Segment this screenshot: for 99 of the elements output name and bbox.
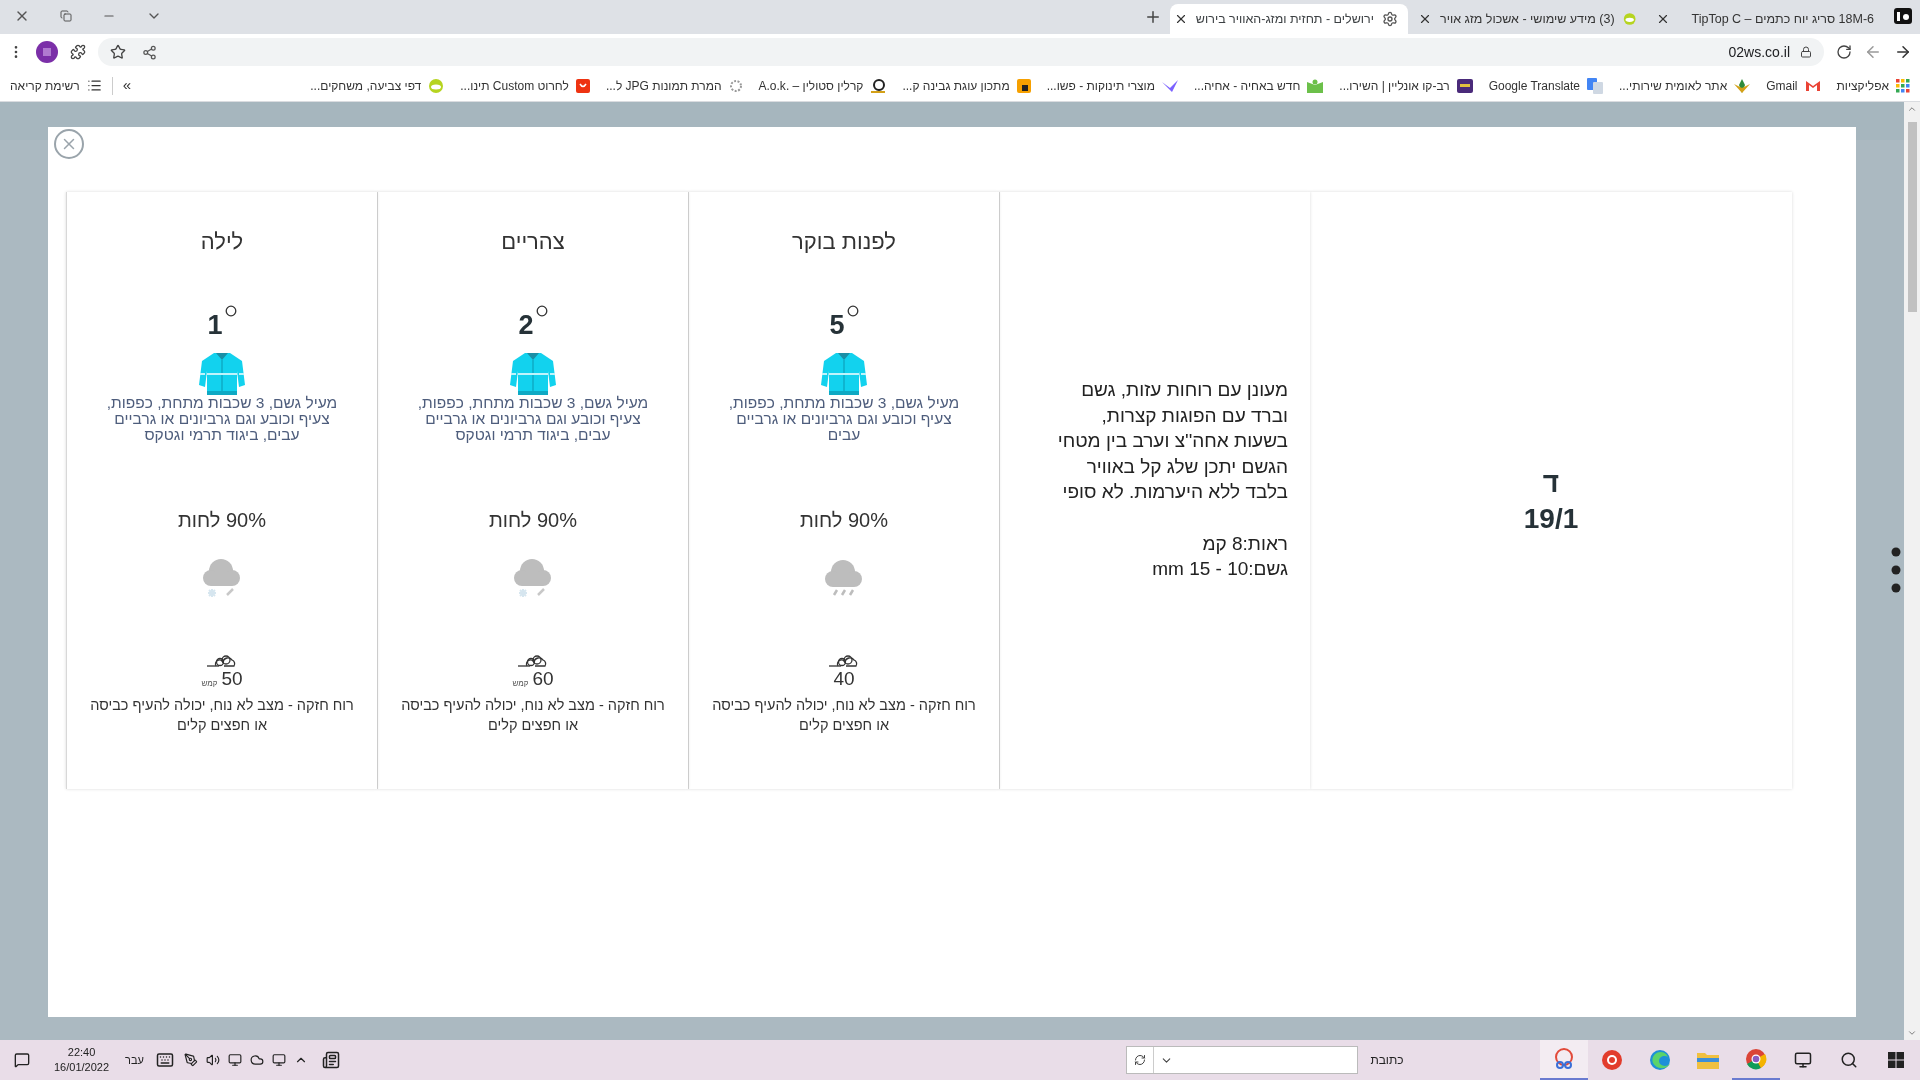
address-toolbar-field[interactable] [1126, 1046, 1359, 1074]
close-tab-icon[interactable] [1418, 12, 1432, 26]
windows-icon [1888, 1052, 1904, 1068]
lock-icon [1800, 46, 1812, 58]
bookmark-item[interactable]: מתכון עוגת גבינה ק... [902, 76, 1031, 95]
cloud-icon[interactable] [249, 1053, 264, 1067]
language-indicator[interactable]: עבר [125, 1051, 144, 1069]
period-title: צהריים [501, 228, 565, 256]
period-title: לילה [200, 228, 244, 256]
book-icon [1307, 78, 1324, 93]
extensions-icon[interactable] [70, 44, 86, 60]
apps-grid-icon [1896, 78, 1910, 93]
date: 19/1 [1523, 501, 1579, 536]
tab-title: (3) מידע שימושי - אשכול מזג אויר [1440, 10, 1615, 28]
bookmark-item[interactable]: מוצרי תינוקות - פשו... [1046, 76, 1178, 95]
browser-tab[interactable]: (3) מידע שימושי - אשכול מזג אויר [1408, 4, 1646, 34]
site-logo-icon[interactable] [1894, 8, 1912, 24]
bookmark-item[interactable]: דפי צביעה, משחקים... [310, 76, 445, 95]
bookmark-item[interactable]: Google Translate [1488, 76, 1604, 95]
temperature: 5 [829, 309, 845, 341]
degree-icon [846, 305, 859, 317]
cloud-logo-icon [1622, 12, 1636, 26]
new-tab-icon[interactable] [1144, 8, 1162, 26]
cloud-logo-icon [428, 78, 445, 93]
list-icon [86, 78, 102, 93]
rainfall: גשם:10 - 15 mm [1151, 557, 1288, 581]
humidity: 90% לחות [178, 508, 266, 533]
browser-tab[interactable]: 18M-6 סריג יוח כתמים – TipTop C [1646, 4, 1884, 34]
mail-icon [1804, 79, 1821, 92]
bookmark-item[interactable]: אתר לאומית שירותי... [1619, 76, 1751, 95]
wind-unit: קמש [201, 679, 218, 689]
degree-icon [535, 305, 548, 317]
period-title: לפנות בוקר [792, 228, 896, 256]
bookmark-star-icon[interactable] [110, 44, 126, 60]
wind-speed: 40 [833, 669, 855, 689]
bookmark-item[interactable]: חדש באחיה - אחיה... [1193, 76, 1324, 95]
browser-icon [1745, 1048, 1767, 1070]
tab-title: 18M-6 סריג יוח כתמים – TipTop C [1690, 10, 1874, 28]
scrollbar[interactable] [1904, 102, 1920, 1040]
bookmark-item[interactable]: המרת תמונות JPG ל... [605, 76, 743, 95]
wind-description: רוח חזקה - מצב לא נוח, יכולה להעיף כביסה או חפצים קלים [711, 696, 977, 735]
wind-speed: 50 [221, 669, 243, 689]
temperature: 1 [207, 309, 223, 341]
gear-icon [1382, 11, 1398, 27]
reading-list-button[interactable]: רשימת קריאה [10, 76, 102, 95]
close-tab-icon[interactable] [1656, 12, 1670, 26]
gear-logo-icon [728, 78, 743, 93]
wind-description: רוח חזקה - מצב לא נוח, יכולה להעיף כביסה או חפצים קלים [89, 696, 355, 735]
more-bookmarks-button[interactable]: » [122, 74, 131, 97]
restore-window-icon[interactable] [60, 10, 72, 22]
volume-icon[interactable] [205, 1053, 220, 1067]
translate-icon [1587, 77, 1604, 94]
device-icon[interactable] [271, 1053, 286, 1067]
target-icon [1601, 1049, 1623, 1071]
wind-speed: 60 [532, 669, 554, 689]
visibility: ראות:8 קמ [1201, 531, 1288, 556]
card-logo-icon [1456, 78, 1473, 93]
tab-title: ירושלים - תחזית ומזג-האוויר בירוש [1195, 10, 1374, 28]
bookmark-item[interactable]: אפליקציות [1836, 76, 1910, 95]
news-icon[interactable] [321, 1051, 340, 1069]
address-field[interactable]: 02ws.co.il [98, 38, 1824, 66]
keyboard-icon[interactable] [155, 1051, 174, 1069]
wind-unit: קמש [512, 679, 529, 689]
reload-icon[interactable] [1836, 44, 1852, 60]
leaf-logo-icon [1734, 78, 1751, 93]
weekday: ד [1542, 465, 1560, 500]
edge-icon [1649, 1049, 1671, 1071]
degree-icon [224, 305, 237, 317]
logo-icon [870, 77, 887, 94]
bookmark-item[interactable]: קרלין סטולין – .A.o.k [758, 76, 887, 95]
scrollbar-thumb[interactable] [1907, 122, 1917, 312]
clothing-advice: מעיל גשם, 3 שכבות מתחת, כפפות, צעיף וכובע וגם גרביונים או גרביים עבים [727, 395, 961, 445]
bookmark-item[interactable]: לחרוט Custom תינו... [460, 76, 590, 95]
refresh-icon[interactable] [1134, 1054, 1147, 1066]
humidity: 90% לחות [489, 508, 577, 533]
bookmark-item[interactable]: רב-קו אונליין | השירו... [1339, 76, 1473, 95]
clock[interactable]: 22:40 16/01/2022 [54, 1045, 110, 1075]
browser-tab[interactable]: ירושלים - תחזית ומזג-האוויר בירוש [1170, 4, 1408, 34]
pen-icon[interactable] [183, 1053, 198, 1067]
folder-icon [1697, 1051, 1719, 1069]
forecast-summary: מעונן עם רוחות עזות, גשם וברד עם הפוגות קצרות, בשעות אחה''צ וערב בין מטחי הגשם יתכן שלג קל באוויר בלבד ללא היערמות. לא סופי [1056, 378, 1288, 504]
humidity: 90% לחות [800, 508, 888, 533]
wind-description: רוח חזקה - מצב לא נוח, יכולה להעיף כביסה או חפצים קלים [400, 696, 666, 735]
forward-icon[interactable] [1894, 43, 1912, 61]
share-icon[interactable] [142, 44, 157, 60]
search-icon[interactable] [1840, 1051, 1858, 1069]
bookmark-item[interactable]: Gmail [1766, 76, 1821, 95]
profile-avatar[interactable] [36, 41, 58, 63]
back-icon[interactable] [1864, 43, 1882, 61]
clothing-advice: מעיל גשם, 3 שכבות מתחת, כפפות, צעיף וכובע וגם גרביונים או גרביים עבים, ביגוד תרמי וגטקס [416, 395, 650, 445]
dots-icon[interactable] [1891, 547, 1901, 593]
notifications-icon[interactable] [14, 1052, 30, 1068]
url-text: 02ws.co.il [1728, 42, 1790, 62]
padlock-logo-icon [1016, 78, 1031, 93]
shop-logo-icon [575, 78, 590, 93]
clothing-advice: מעיל גשם, 3 שכבות מתחת, כפפות, צעיף וכובע וגם גרביונים או גרביים עבים, ביגוד תרמי וגטקס [105, 395, 339, 445]
temperature: 2 [518, 309, 534, 341]
toolbar-label: כתובת [1370, 1052, 1404, 1069]
taskbar-app[interactable] [1540, 1040, 1588, 1080]
